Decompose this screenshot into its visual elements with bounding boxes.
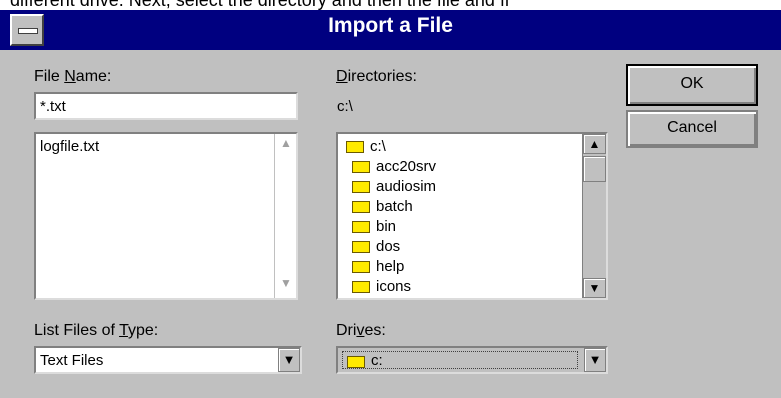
cancel-button[interactable]: Cancel [626,110,758,148]
folder-icon [352,201,370,214]
folder-icon [352,221,370,234]
directories-label: Directories: [336,68,417,85]
folder-icon [352,281,370,294]
file-list[interactable]: logfile.txt ▲ ▼ [34,132,298,300]
directory-item[interactable]: acc20srv [352,158,436,175]
folder-icon [352,181,370,194]
directory-item[interactable]: help [352,258,404,275]
folder-icon [352,241,370,254]
file-type-label: List Files of Type: [34,322,159,339]
file-name-input[interactable]: *.txt [34,92,298,120]
current-directory-path: c:\ [337,98,353,115]
scroll-down-button[interactable]: ▼ [583,278,606,298]
directory-item[interactable]: bin [352,218,396,235]
open-folder-icon [346,141,364,154]
file-list-item[interactable]: logfile.txt [40,138,99,155]
folder-icon [352,161,370,174]
directory-item[interactable]: batch [352,198,413,215]
dialog-title: Import a File [328,14,453,37]
directory-list[interactable]: c:\ acc20srv audiosim batch bin dos help… [336,132,608,300]
folder-icon [352,261,370,274]
arrow-down-icon: ▼ [588,281,601,295]
drives-select[interactable]: c: ▼ [336,346,608,374]
file-type-select[interactable]: Text Files ▼ [34,346,302,374]
scroll-down-disabled-icon: ▼ [280,276,292,290]
file-name-label: File Name: [34,68,112,85]
dropdown-arrow-icon[interactable]: ▼ [278,348,300,372]
directory-item-root[interactable]: c:\ [346,138,386,155]
drive-icon [347,355,365,368]
directory-item[interactable]: icons [352,278,411,295]
drives-label: Drives: [336,322,386,339]
arrow-up-icon: ▲ [588,137,601,151]
directory-item[interactable]: audiosim [352,178,436,195]
file-list-scrollbar[interactable]: ▲ ▼ [274,134,296,298]
ok-button[interactable]: OK [626,64,758,106]
scroll-thumb[interactable] [583,156,606,182]
directory-item[interactable]: dos [352,238,400,255]
dropdown-arrow-icon[interactable]: ▼ [584,348,606,372]
scroll-up-disabled-icon: ▲ [280,136,292,150]
directory-scrollbar[interactable]: ▲ ▼ [582,134,606,298]
drive-selection-focus: c: [342,351,578,369]
scroll-up-button[interactable]: ▲ [583,134,606,154]
